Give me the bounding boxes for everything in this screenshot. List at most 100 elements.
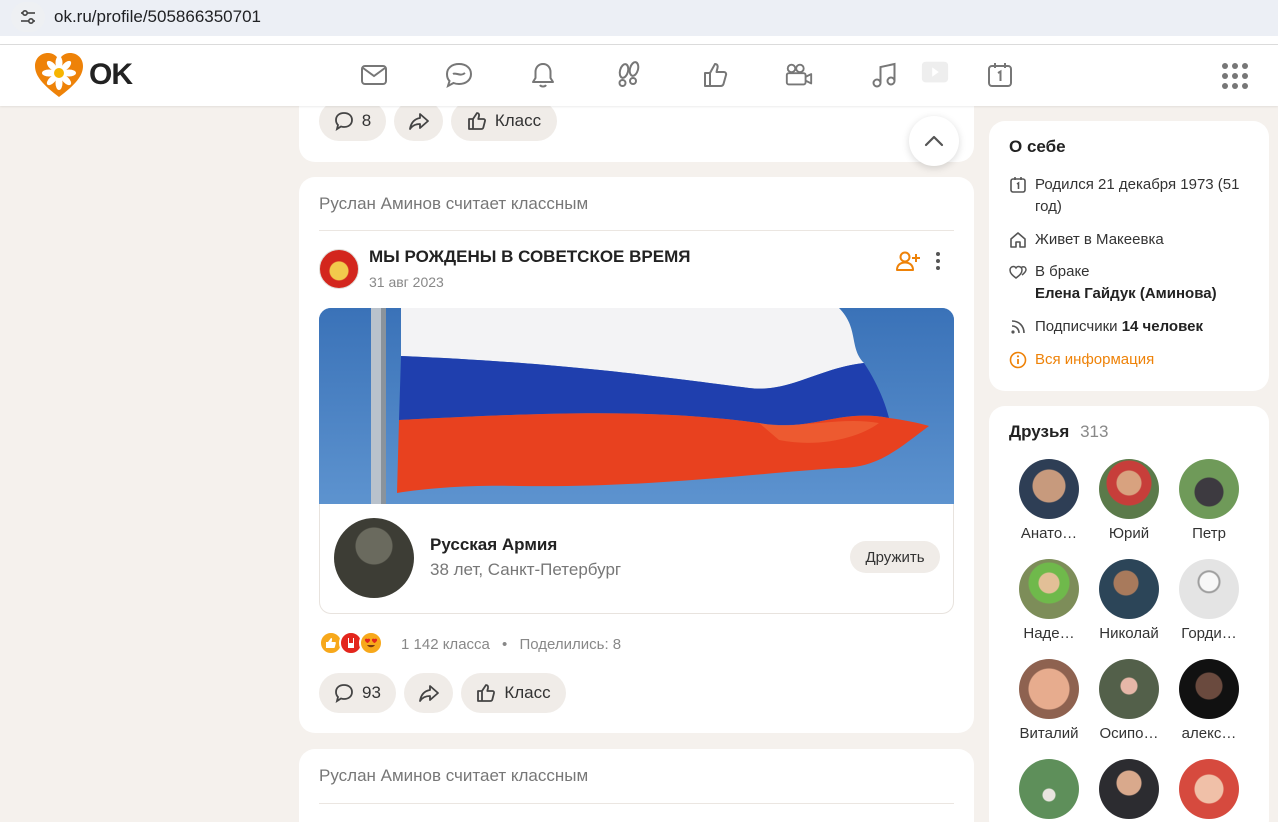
share-button[interactable] [394,101,443,141]
divider [319,803,954,804]
friends-section: Друзья 313 Анато… Юрий Петр Наде… Никола… [989,406,1269,822]
apps-grid-icon[interactable] [1222,63,1248,89]
birth-info: Родился 21 декабря 1973 (51 год) [1009,174,1259,218]
friend-item[interactable]: Николай [1094,559,1164,642]
thumb-up-icon [477,684,496,702]
friends-count: 313 [1080,422,1109,441]
friend-item[interactable] [1014,759,1084,822]
add-friend-button[interactable]: Дружить [850,541,940,573]
location-text[interactable]: Живет в Макеевка [1035,229,1164,251]
friend-item[interactable]: Анато… [1014,459,1084,542]
friend-name: Анато… [1020,525,1078,542]
comment-icon [335,684,353,703]
friend-name: Виталий [1019,725,1079,742]
friend-avatar [1179,459,1239,519]
liked-by-text[interactable]: Руслан Аминов считает классным [319,194,588,214]
hearts-icon [1009,261,1027,283]
profile-avatar[interactable] [334,518,414,598]
group-avatar[interactable] [319,249,359,289]
likes-count[interactable]: 1 142 класса [401,636,490,653]
friends-label: Друзья [1009,422,1070,441]
notifications-bell-icon[interactable] [528,60,558,90]
subscribers-label: Подписчики [1035,318,1118,335]
subscribers-info[interactable]: Подписчики 14 человек [1009,316,1259,338]
friend-item[interactable] [1174,759,1244,822]
friend-name: Горди… [1181,625,1237,642]
friend-item[interactable]: Наде… [1014,559,1084,642]
friend-avatar [1179,659,1239,719]
friend-avatar [1019,559,1079,619]
rss-icon [1009,316,1027,338]
marital-info: В браке Елена Гайдук (Аминова) [1009,261,1259,305]
friend-avatar [1179,559,1239,619]
post-date[interactable]: 31 авг 2023 [369,274,444,290]
profile-subtitle: 38 лет, Санкт-Петербург [430,560,622,579]
friend-item[interactable] [1094,759,1164,822]
ok-logo[interactable]: OK [33,51,133,99]
site-settings-icon[interactable] [11,2,45,32]
friend-name: Наде… [1023,625,1075,642]
share-arrow-icon [418,685,439,702]
url-text[interactable]: ok.ru/profile/505866350701 [54,7,261,27]
marital-status: В браке [1035,263,1090,280]
friend-name: Петр [1192,525,1226,542]
friend-item[interactable]: Горди… [1174,559,1244,642]
friend-avatar [1179,759,1239,819]
group-title[interactable]: МЫ РОЖДЕНЫ В СОВЕТСКОЕ ВРЕМЯ [369,247,690,267]
like-label: Класс [504,683,551,702]
videos-play-icon[interactable] [920,57,950,87]
friend-item[interactable]: Осипо… [1094,659,1164,742]
share-button[interactable] [404,673,453,713]
video-camera-icon[interactable] [784,60,814,90]
friend-avatar [1019,459,1079,519]
liked-by-text[interactable]: Руслан Аминов считает классным [319,766,588,786]
scroll-to-top-button[interactable] [909,116,959,166]
discussions-icon[interactable] [444,60,474,90]
more-options-icon[interactable] [933,251,943,276]
profile-name[interactable]: Русская Армия [430,535,557,555]
reaction-heart-eyes-icon [359,631,383,655]
divider [319,230,954,231]
profile-suggestion-card[interactable]: Русская Армия 38 лет, Санкт-Петербург Др… [319,504,954,614]
comment-count: 8 [361,111,372,130]
all-info-link[interactable]: Вся информация [1009,349,1259,371]
friends-title[interactable]: Друзья 313 [1009,422,1108,442]
friend-item[interactable]: Юрий [1094,459,1164,542]
friend-item[interactable]: Петр [1174,459,1244,542]
subscribers-count: 14 человек [1121,318,1203,335]
share-arrow-icon [408,113,429,130]
spouse-name[interactable]: Елена Гайдук (Аминова) [1035,283,1217,305]
post-image-russian-flag[interactable] [319,308,954,504]
friend-avatar [1019,659,1079,719]
logo-text: OK [89,58,133,91]
music-note-icon[interactable] [869,60,899,90]
calendar-icon[interactable] [985,60,1015,90]
about-section: О себе Родился 21 декабря 1973 (51 год) … [989,121,1269,391]
birth-text: Родился 21 декабря 1973 (51 год) [1035,176,1240,215]
site-header: OK [0,45,1278,106]
join-group-icon[interactable] [896,250,920,277]
friend-avatar [1019,759,1079,819]
comment-button[interactable]: 93 [319,673,396,713]
like-klass-button[interactable]: Класс [461,673,566,713]
likes-thumb-icon[interactable] [700,60,730,90]
next-post-card: Руслан Аминов считает классным [299,749,974,822]
feed-post-card: Руслан Аминов считает классным МЫ РОЖДЕН… [299,177,974,733]
like-klass-button[interactable]: Класс [451,101,557,141]
comment-icon [334,112,353,131]
reactions-bar[interactable] [319,631,383,655]
friend-item[interactable]: Виталий [1014,659,1084,742]
shares-count[interactable]: Поделились: 8 [519,636,621,653]
messages-icon[interactable] [359,60,389,90]
friend-item[interactable]: алекс… [1174,659,1244,742]
guests-footprints-icon[interactable] [614,60,644,90]
comment-button[interactable]: 8 [319,101,386,141]
friend-name: Осипо… [1099,725,1159,742]
comment-count: 93 [362,683,381,702]
like-label: Класс [494,111,542,130]
friend-avatar [1099,459,1159,519]
home-icon [1009,229,1027,251]
all-info-text[interactable]: Вся информация [1035,349,1154,371]
about-title: О себе [1009,137,1066,156]
friend-avatar [1099,759,1159,819]
